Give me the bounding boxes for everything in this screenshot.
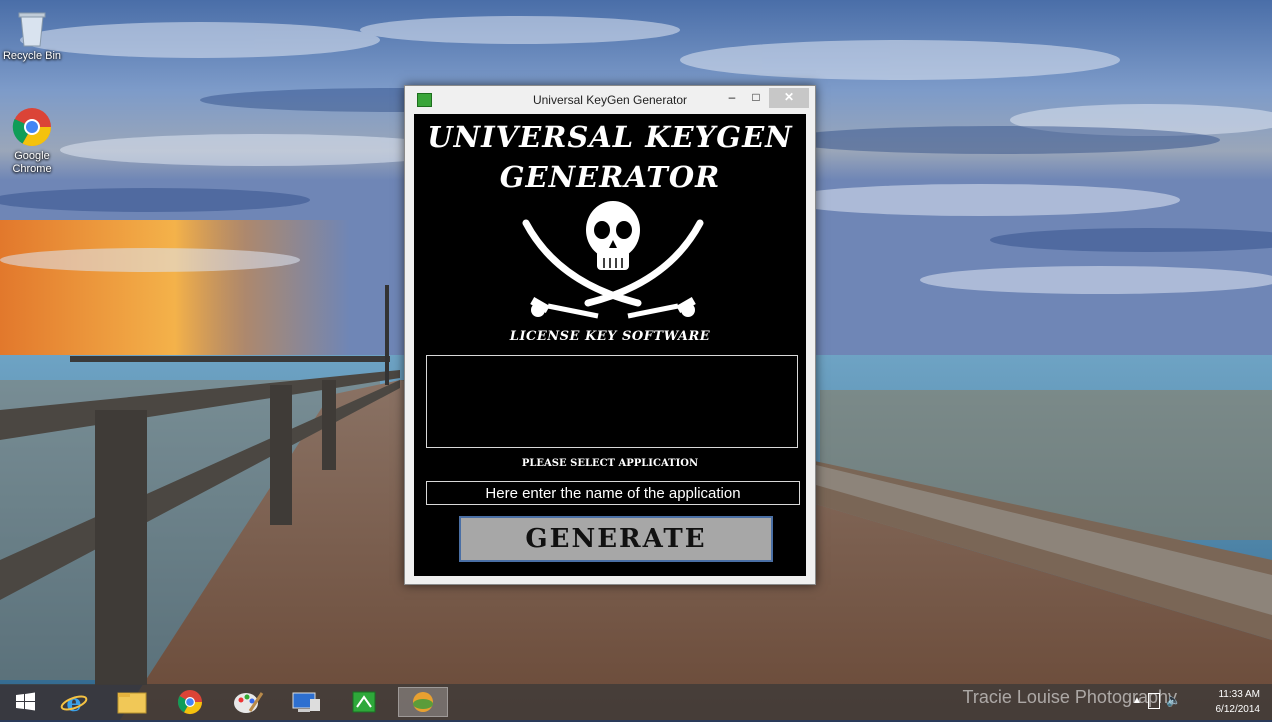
taskbar-keygen-app[interactable] (342, 687, 386, 717)
select-application-label: PLEASE SELECT APPLICATION (521, 458, 699, 469)
window-titlebar[interactable]: Universal KeyGen Generator – □ ✕ (405, 86, 815, 113)
clock-date[interactable]: 6/12/2014 (1216, 704, 1261, 715)
generate-button[interactable]: GENERATE (459, 516, 773, 562)
close-button[interactable]: ✕ (769, 88, 809, 108)
speaker-icon[interactable]: 🔈 (1166, 693, 1181, 707)
taskbar-internet-explorer[interactable]: e (52, 687, 96, 717)
jolly-roger-icon (522, 201, 704, 319)
start-icon (16, 692, 35, 711)
desktop-icon-chrome[interactable]: Google Chrome (0, 106, 64, 176)
chrome-icon (12, 108, 52, 147)
paint-icon (234, 692, 264, 713)
app-icon (413, 692, 433, 712)
app-heading-line2: GENERATOR (499, 160, 721, 194)
window-client-area: UNIVERSAL KEYGEN GENERATOR LICENSE KEY S… (414, 114, 806, 576)
taskbar-file-explorer[interactable] (110, 687, 154, 717)
recycle-bin-icon (18, 12, 46, 47)
network-icon[interactable] (1148, 693, 1160, 709)
chrome-icon (177, 690, 202, 715)
clock-time[interactable]: 11:33 AM (1218, 689, 1260, 700)
app-heading-line1: UNIVERSAL KEYGEN (427, 120, 793, 154)
application-name-input[interactable] (426, 481, 800, 505)
desktop-icon-label: Recycle Bin (2, 50, 62, 62)
app-subtitle: LICENSE KEY SOFTWARE (509, 329, 711, 344)
keygen-app-icon (352, 691, 376, 713)
desktop-icon-label: Google Chrome (12, 150, 52, 175)
key-output-box[interactable] (426, 355, 798, 448)
file-explorer-icon (117, 692, 147, 714)
minimize-button[interactable]: – (719, 88, 745, 108)
start-button[interactable] (4, 687, 48, 717)
svg-text:e: e (66, 688, 81, 717)
taskbar-active-app[interactable] (398, 687, 448, 717)
taskbar-paint[interactable] (226, 687, 270, 717)
taskbar-remote-desktop[interactable] (284, 687, 328, 717)
desktop-icon-recycle-bin[interactable]: Recycle Bin (0, 8, 64, 63)
system-tray: ▲ 🔈 11:33 AM 6/12/2014 (1130, 684, 1272, 720)
remote-desktop-icon (292, 692, 320, 712)
keygen-window: Universal KeyGen Generator – □ ✕ UNIVERS… (404, 85, 816, 585)
maximize-button[interactable]: □ (743, 88, 769, 108)
taskbar-chrome[interactable] (168, 687, 212, 717)
internet-explorer-icon: e (60, 688, 88, 717)
tray-chevron-icon[interactable]: ▲ (1132, 695, 1142, 706)
